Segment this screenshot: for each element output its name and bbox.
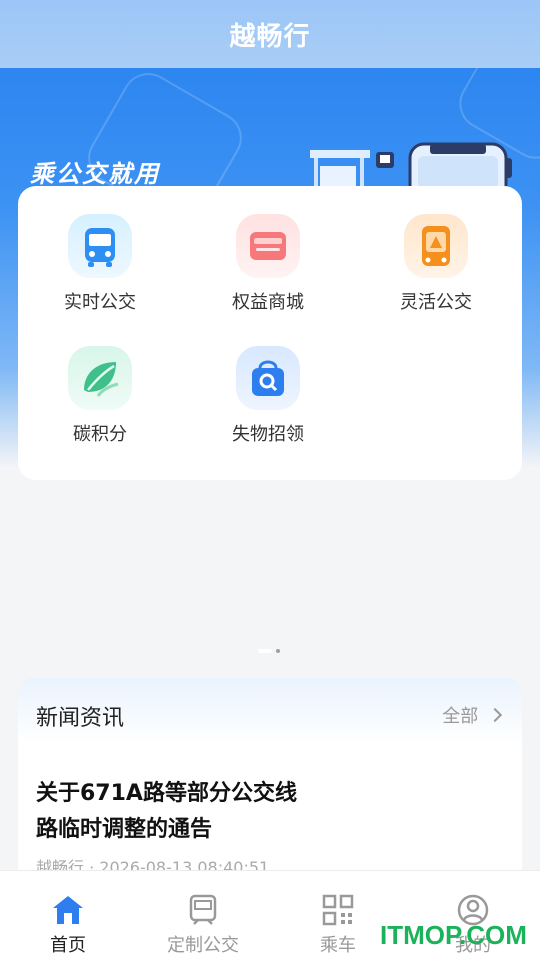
news-headline-line: 路临时调整的通告 — [36, 817, 213, 842]
carousel-dot — [276, 649, 280, 653]
service-label: 碳积分 — [73, 424, 127, 445]
service-label: 失物招领 — [232, 424, 304, 445]
home-icon — [51, 893, 85, 927]
news-section-title: 新闻资讯 — [36, 706, 125, 731]
tab-label: 首页 — [50, 935, 86, 956]
custom-bus-icon — [186, 893, 220, 927]
bus-icon — [68, 214, 132, 278]
service-realtime-bus[interactable]: 实时公交 — [20, 214, 180, 314]
flexible-bus-icon — [404, 214, 468, 278]
site-watermark: ITMOP.COM — [380, 920, 527, 950]
news-card: 新闻资讯 全部 关于671A路等部分公交线 路临时调整的通告 越畅行 · 202… — [18, 678, 522, 898]
app-title: 越畅行 — [229, 22, 311, 52]
app-header: 越畅行 — [0, 0, 540, 68]
services-card: 实时公交 权益商城 灵活公交 碳积分 失物招领 — [18, 186, 522, 480]
news-headline[interactable]: 关于671A路等部分公交线 路临时调整的通告 — [36, 776, 336, 848]
service-label: 灵活公交 — [400, 292, 472, 313]
tab-custom-bus[interactable]: 定制公交 — [143, 893, 263, 957]
service-flexible-bus[interactable]: 灵活公交 — [356, 214, 516, 314]
service-label: 实时公交 — [64, 292, 136, 313]
service-label: 权益商城 — [232, 292, 304, 313]
chevron-right-icon — [487, 707, 503, 723]
qr-code-icon — [321, 893, 355, 927]
service-rewards-mall[interactable]: 权益商城 — [188, 214, 348, 314]
news-headline-line: 关于671A路等部分公交线 — [36, 781, 297, 806]
service-carbon-points[interactable]: 碳积分 — [20, 346, 180, 446]
service-lost-found[interactable]: 失物招领 — [188, 346, 348, 446]
news-view-all-label: 全部 — [442, 706, 479, 727]
leaf-icon — [68, 346, 132, 410]
tab-label: 定制公交 — [167, 935, 239, 956]
lost-found-bag-icon — [236, 346, 300, 410]
news-view-all[interactable]: 全部 — [442, 702, 503, 728]
carousel-dot-active — [258, 649, 272, 653]
tab-home[interactable]: 首页 — [8, 893, 128, 957]
banner-slogan: 乘公交就用 — [30, 160, 160, 188]
wallet-icon — [236, 214, 300, 278]
